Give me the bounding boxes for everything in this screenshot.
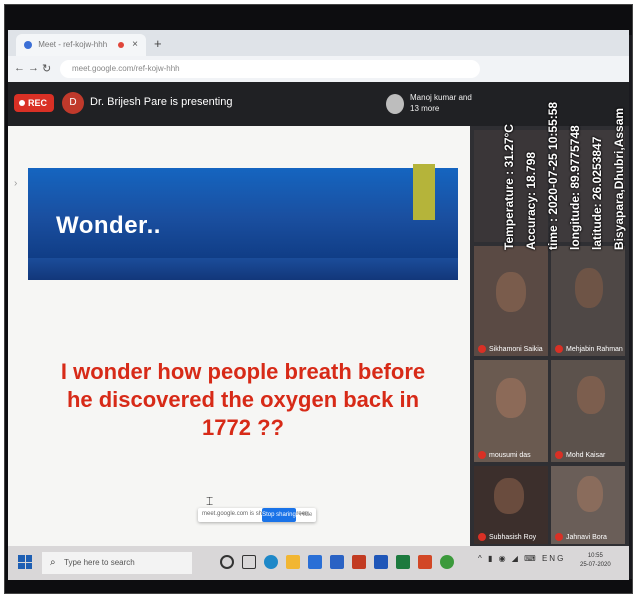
overlay-time: time : 2020-07-25 10:55:58	[546, 101, 560, 250]
participant-tile[interactable]: Jahnavi Bora	[551, 466, 625, 544]
presenter-avatar: D	[62, 92, 84, 114]
store-icon[interactable]	[308, 555, 322, 569]
chrome-icon[interactable]	[440, 555, 454, 569]
participant-face	[496, 272, 526, 312]
excel-icon[interactable]	[396, 555, 410, 569]
slide-body-line: he discovered the oxygen back in	[66, 387, 420, 412]
file-explorer-icon[interactable]	[286, 555, 300, 569]
search-placeholder: Type here to search	[64, 558, 135, 567]
participant-face	[577, 476, 603, 512]
taskbar-clock[interactable]: 10:55 25-07-2020	[580, 552, 611, 570]
url-text: meet.google.com/ref-kojw-hhh	[72, 64, 180, 73]
edge-browser-icon[interactable]	[264, 555, 278, 569]
overlay-latitude: latitude: 26.0253847	[590, 136, 604, 250]
participant-avatar-icon	[386, 94, 404, 114]
hide-share-button[interactable]: Hide	[300, 508, 316, 522]
task-view-icon[interactable]	[242, 555, 256, 569]
participant-name: Jahnavi Bora	[555, 533, 607, 541]
clock-time: 10:55	[587, 553, 603, 559]
participant-face	[577, 376, 605, 414]
overlay-accuracy: Accuracy: 18.798	[524, 151, 538, 250]
mic-muted-icon	[555, 533, 563, 541]
recording-badge: REC	[14, 94, 54, 112]
forward-arrow-icon[interactable]: →	[28, 62, 39, 74]
recording-dot-icon	[118, 42, 124, 48]
slide-nav-arrow-icon[interactable]: ›	[14, 178, 17, 189]
screen-share-notice: meet.google.com is sharing your screen.	[198, 508, 316, 522]
mail-icon[interactable]	[330, 555, 344, 569]
clock-date: 25-07-2020	[580, 562, 611, 568]
stop-sharing-button[interactable]: Stop sharing	[262, 508, 296, 522]
participant-name: Subhasish Roy	[478, 533, 536, 541]
system-tray[interactable]: ^ ▮ ◉ ◢ ⌨ ENG	[478, 554, 565, 563]
powerpoint-icon[interactable]	[418, 555, 432, 569]
gps-overlay: Temperature : 31.27°C Accuracy: 18.798 t…	[488, 40, 628, 250]
slide-body-line: 1772 ??	[202, 415, 284, 440]
participant-tile[interactable]: Mohd Kaisar	[551, 360, 625, 462]
url-input[interactable]: meet.google.com/ref-kojw-hhh	[60, 60, 480, 78]
windows-start-icon[interactable]	[18, 555, 32, 569]
mic-muted-icon	[555, 451, 563, 459]
reload-icon[interactable]: ↻	[42, 62, 51, 75]
overlay-longitude: longitude: 89.9775748	[568, 125, 582, 250]
overlay-temperature: Temperature : 31.27°C	[502, 124, 516, 250]
search-icon: ⌕	[50, 557, 56, 568]
participant-face	[575, 268, 603, 308]
participant-tile[interactable]: Mehjabin Rahman	[551, 246, 625, 356]
slide-body-text: I wonder how people breath before he dis…	[28, 358, 458, 442]
presentation-slide: › Wonder.. I wonder how people breath be…	[8, 126, 470, 546]
windows-taskbar: ⌕ Type here to search ^ ▮ ◉ ◢ ⌨ ENG 10:5…	[8, 546, 629, 580]
presenter-status: Dr. Brijesh Pare is presenting	[90, 96, 233, 108]
mouse-cursor-icon: ⌶	[206, 494, 214, 508]
rec-label: REC	[28, 98, 48, 108]
participant-name: Sikhamoni Saikia	[478, 345, 543, 353]
mic-muted-icon	[555, 345, 563, 353]
cortana-icon[interactable]	[220, 555, 234, 569]
participant-name: Mohd Kaisar	[555, 451, 605, 459]
overlay-location: Bisyapara,Dhubri,Assam	[612, 107, 626, 250]
tab-title: Meet - ref-kojw-hhh	[38, 40, 108, 49]
tab-close-button[interactable]: ×	[132, 39, 138, 50]
browser-tab[interactable]: Meet - ref-kojw-hhh ×	[16, 34, 146, 56]
app-icon[interactable]	[352, 555, 366, 569]
monitor-bezel-bottom	[5, 579, 632, 593]
back-arrow-icon[interactable]: ←	[14, 62, 25, 74]
slide-accent-block	[413, 164, 435, 220]
participant-name: Mehjabin Rahman	[555, 345, 623, 353]
mic-muted-icon	[478, 451, 486, 459]
participant-tile[interactable]: Subhasish Roy	[474, 466, 548, 544]
mic-muted-icon	[478, 345, 486, 353]
slide-heading: Wonder..	[56, 212, 161, 239]
participants-summary[interactable]: Manoj kumar and 13 more	[410, 92, 480, 114]
participant-name: mousumi das	[478, 451, 531, 459]
record-dot-icon	[19, 100, 25, 106]
taskbar-search-input[interactable]: ⌕ Type here to search	[42, 552, 192, 574]
mic-muted-icon	[478, 533, 486, 541]
meet-favicon-icon	[24, 40, 32, 49]
participant-tile[interactable]: Sikhamoni Saikia	[474, 246, 548, 356]
word-icon[interactable]	[374, 555, 388, 569]
participant-tile[interactable]: mousumi das	[474, 360, 548, 462]
new-tab-button[interactable]: +	[154, 36, 162, 51]
participant-face	[494, 478, 524, 514]
participant-face	[496, 378, 526, 418]
slide-banner-stripe	[28, 258, 458, 280]
slide-body-line: I wonder how people breath before	[60, 359, 426, 384]
